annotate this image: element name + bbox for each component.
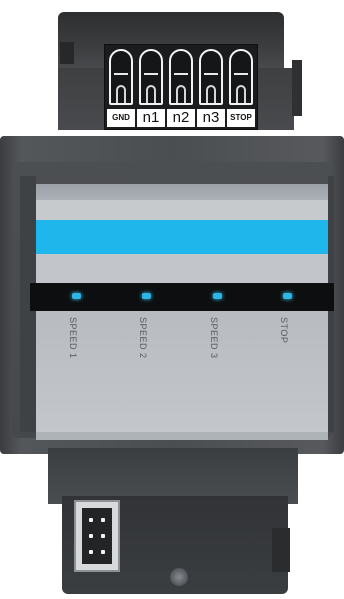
terminal-screw-n1 bbox=[139, 49, 163, 105]
mounting-screw bbox=[170, 568, 188, 586]
panel-stripe bbox=[36, 200, 328, 220]
connector-pin bbox=[101, 550, 105, 554]
led-indicator-bar bbox=[30, 283, 334, 311]
terminal-screw-n3 bbox=[199, 49, 223, 105]
connector-pin bbox=[101, 518, 105, 522]
terminal-label-n3: n3 bbox=[197, 109, 225, 127]
indicator-label-speed-1: SPEED 1 bbox=[68, 317, 78, 359]
indicator-label-stop: STOP bbox=[279, 317, 289, 344]
terminal-screw-n2 bbox=[169, 49, 193, 105]
indicator-label-speed-2: SPEED 2 bbox=[138, 317, 148, 359]
terminal-label-n2: n2 bbox=[167, 109, 195, 127]
indicator-label-speed-3: SPEED 3 bbox=[209, 317, 219, 359]
led-stop bbox=[283, 293, 292, 299]
terminal-screw-stop bbox=[229, 49, 253, 105]
pin-header-connector bbox=[74, 500, 120, 572]
connector-pin bbox=[89, 534, 93, 538]
connector-pin bbox=[89, 550, 93, 554]
terminal-label-n1: n1 bbox=[137, 109, 165, 127]
housing-slot bbox=[272, 528, 290, 572]
terminal-label-stop: STOP bbox=[227, 109, 255, 127]
terminal-label-gnd: GND bbox=[107, 109, 135, 127]
led-speed-2 bbox=[142, 293, 151, 299]
connector-pin bbox=[101, 534, 105, 538]
housing-slot bbox=[292, 60, 302, 116]
connector-pin bbox=[89, 518, 93, 522]
terminal-block: GND n1 n2 n3 STOP bbox=[104, 44, 258, 130]
indicator-label-panel: SPEED 1 SPEED 2 SPEED 3 STOP bbox=[36, 311, 328, 432]
panel-stripe bbox=[36, 254, 328, 284]
led-speed-1 bbox=[72, 293, 81, 299]
accent-stripe bbox=[36, 220, 328, 254]
led-speed-3 bbox=[213, 293, 222, 299]
pin-header-socket bbox=[82, 508, 112, 564]
terminal-screw-gnd bbox=[109, 49, 133, 105]
housing-slot bbox=[60, 42, 74, 64]
